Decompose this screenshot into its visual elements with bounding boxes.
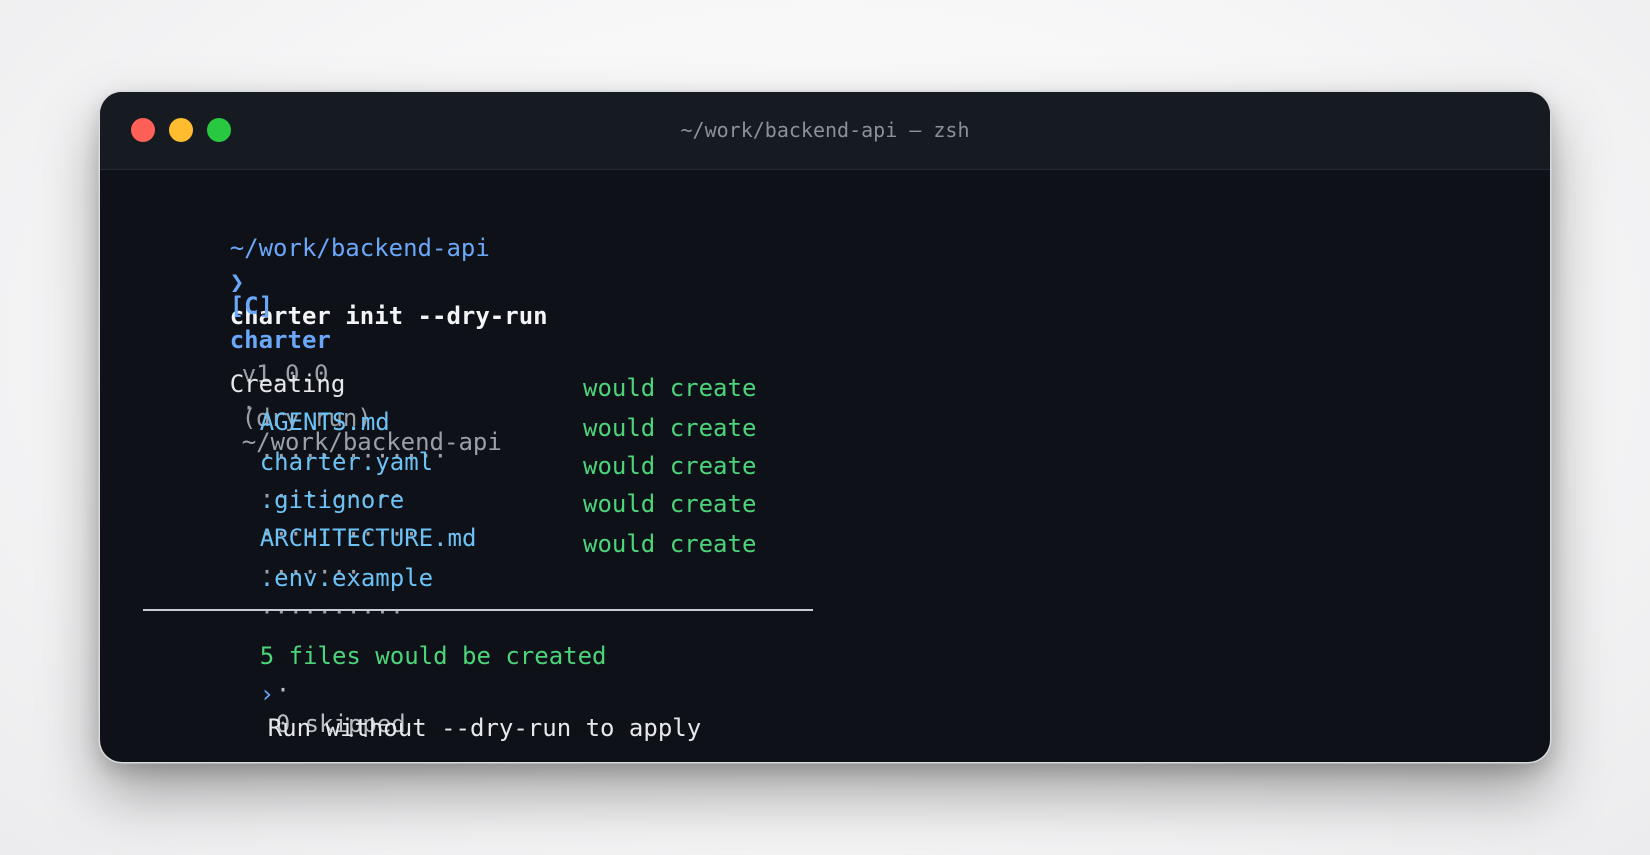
file-name: .env.example <box>259 564 434 592</box>
prompt-line: ~/work/backend-api ❯ charter init --dry-… <box>143 197 548 330</box>
file-status: would create <box>583 414 757 442</box>
brand-tag: [C] <box>229 292 274 320</box>
window-title: ~/work/backend-api — zsh <box>680 118 970 142</box>
title-bar: ~/work/backend-api — zsh <box>100 92 1550 170</box>
terminal-window: ~/work/backend-api — zsh ~/work/backend-… <box>100 92 1550 762</box>
file-status: would create <box>583 374 757 402</box>
file-row: AGENTS.md ············· would create <box>173 371 757 470</box>
file-status: would create <box>583 530 757 558</box>
hint-line: › Run without --dry-run to apply <box>173 643 701 742</box>
file-row: .gitignore ··········· would create <box>173 449 757 548</box>
banner-line: [C] charter v1.0.0 · ~/work/backend-api <box>143 255 502 456</box>
summary-line: 5 files would be created · 0 skipped <box>173 605 607 738</box>
section-heading: Creating (dry run) <box>143 333 372 432</box>
file-status: would create <box>583 490 757 518</box>
file-status: would create <box>583 452 757 480</box>
file-row: .env.example ·········· would create <box>173 527 757 626</box>
file-row: ARCHITECTURE.md ······· would create <box>173 487 757 586</box>
hint-arrow-icon: › <box>259 680 275 708</box>
file-row: charter.yaml ·········· would create <box>173 411 757 510</box>
hint-text: Run without --dry-run to apply <box>267 714 702 742</box>
summary-separator: · <box>275 676 291 704</box>
